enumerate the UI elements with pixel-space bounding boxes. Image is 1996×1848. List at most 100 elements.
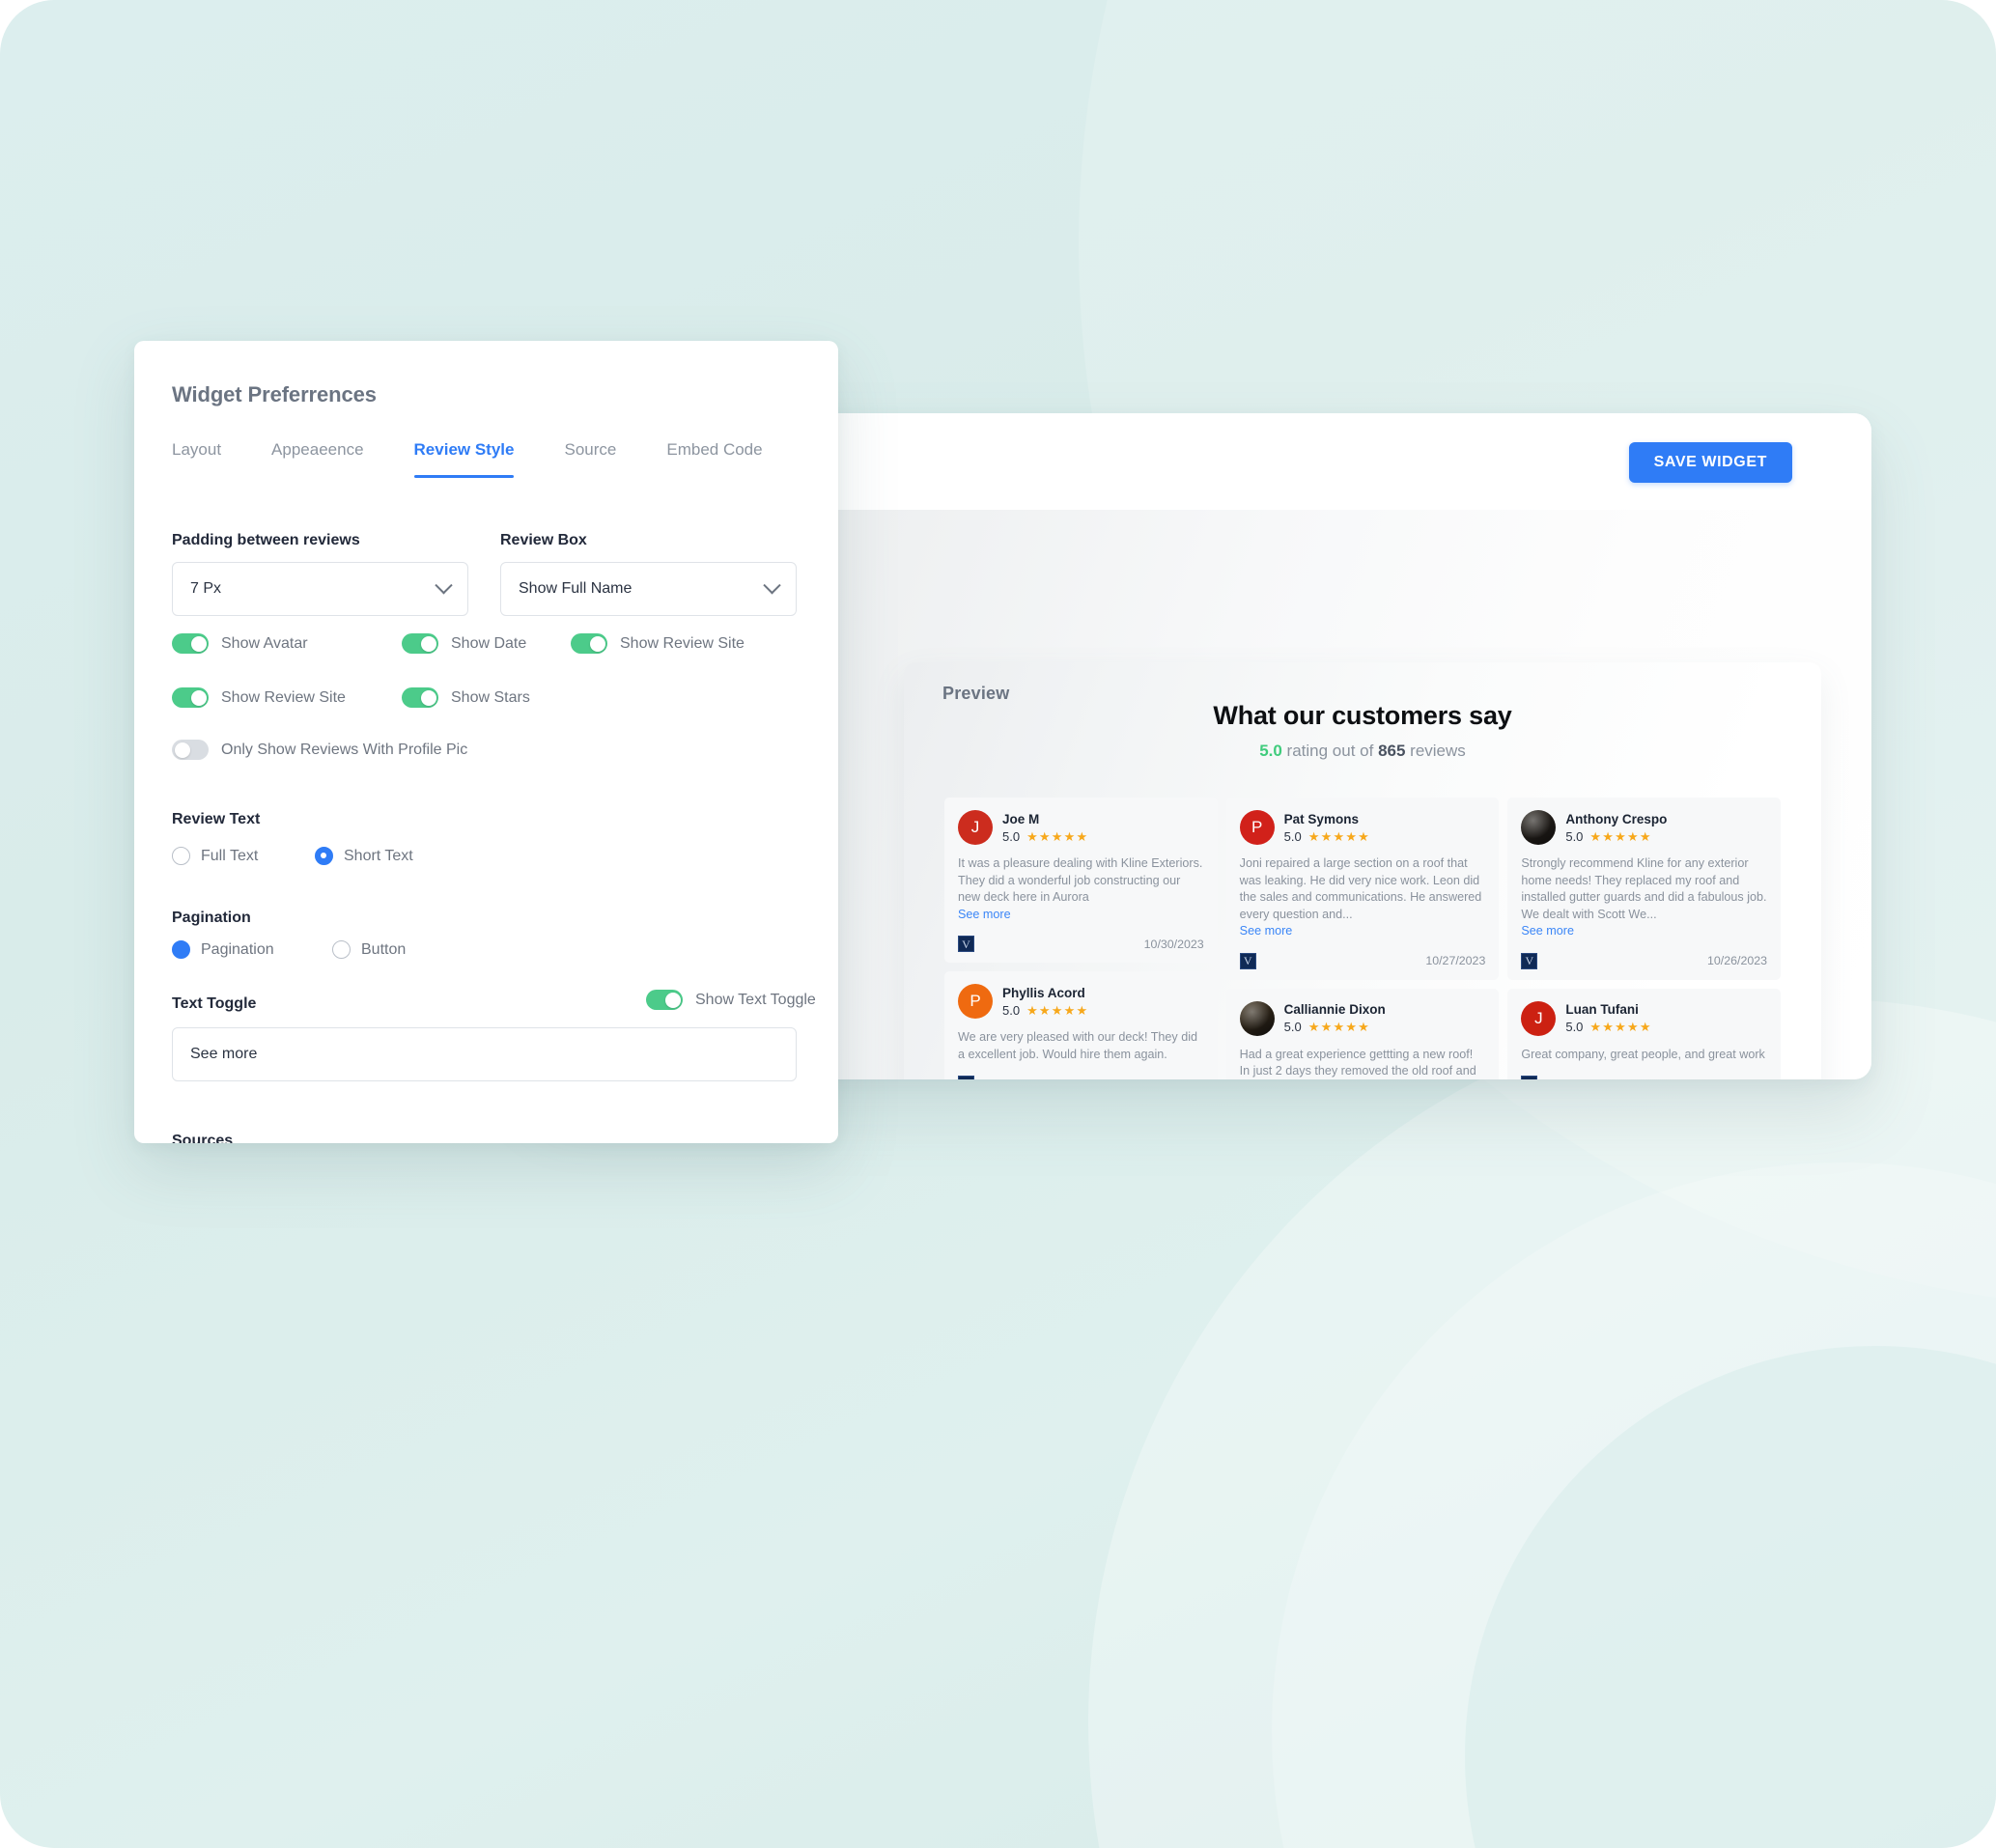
review-rating-row: 5.0 ★★★★★	[1565, 1020, 1651, 1034]
review-score: 5.0	[1002, 1002, 1021, 1018]
toggle-switch[interactable]	[172, 687, 209, 708]
review-site-logo-icon: V	[1521, 952, 1538, 969]
review-site-logo-icon: V	[958, 1076, 974, 1079]
review-column-2: P Pat Symons 5.0 ★★★★★ Joni repaired a large…	[1225, 798, 1500, 1079]
star-rating-icon: ★★★★★	[1307, 1020, 1371, 1034]
review-header: Calliannie Dixon 5.0 ★★★★★	[1239, 1000, 1486, 1036]
toggle-label: Show Date	[451, 634, 527, 652]
review-date: 10/27/2023	[1425, 954, 1486, 967]
review-footer: V 09/20/2023	[1521, 1076, 1767, 1079]
save-widget-button[interactable]: SAVE WIDGET	[1628, 442, 1792, 483]
radio-full-text[interactable]: Full Text	[172, 847, 258, 865]
avatar: J	[1521, 1000, 1557, 1036]
review-count: 865	[1378, 742, 1406, 760]
toggle-knob	[589, 635, 605, 652]
review-score: 5.0	[1565, 828, 1584, 844]
review-box-select-value: Show Full Name	[519, 580, 633, 597]
avatar: J	[958, 810, 993, 845]
toggle-switch[interactable]	[172, 740, 209, 760]
toggle-switch[interactable]	[571, 633, 607, 654]
toggle-switch[interactable]	[402, 633, 438, 654]
review-score: 5.0	[1283, 1020, 1302, 1034]
background-arc-decoration	[1088, 998, 1996, 1848]
panel-scrollbar-track[interactable]	[821, 848, 829, 1137]
review-text: It was a pleasure dealing with Kline Ext…	[958, 856, 1203, 904]
text-toggle-input[interactable]: See more	[172, 1027, 797, 1081]
toggle-show-text-toggle[interactable]: Show Text Toggle	[646, 990, 816, 1010]
review-card: Anthony Crespo 5.0 ★★★★★ Strongly recommend…	[1507, 798, 1782, 980]
review-footer: V 10/30/2023	[958, 936, 1204, 952]
review-card: P Pat Symons 5.0 ★★★★★ Joni repaired a large…	[1225, 798, 1500, 980]
review-site-logo-icon: V	[1239, 952, 1256, 969]
chevron-down-icon	[763, 575, 781, 594]
review-rating-row: 5.0 ★★★★★	[1284, 1020, 1386, 1034]
radio-indicator[interactable]	[172, 940, 190, 959]
radio-indicator[interactable]	[172, 847, 190, 865]
star-rating-icon: ★★★★★	[1307, 828, 1371, 844]
chevron-down-icon	[435, 575, 453, 594]
review-header: J Luan Tufani 5.0 ★★★★★	[1521, 1000, 1767, 1036]
star-rating-icon: ★★★★★	[1026, 1002, 1089, 1018]
review-header: Anthony Crespo 5.0 ★★★★★	[1521, 810, 1767, 845]
reviewer-name: Joe M	[1002, 811, 1040, 826]
toggle-show-review-site-top[interactable]: Show Review Site	[571, 633, 745, 654]
radio-indicator[interactable]	[315, 847, 333, 865]
review-header: J Joe M 5.0 ★★★★★	[958, 810, 1204, 845]
padding-between-reviews-label: Padding between reviews	[172, 532, 360, 548]
radio-indicator[interactable]	[332, 940, 351, 959]
toggle-switch[interactable]	[172, 633, 209, 654]
rating-suffix-text: reviews	[1405, 742, 1466, 760]
avatar-initial: J	[970, 818, 980, 836]
tab-appeaeence[interactable]: Appeaeence	[271, 440, 386, 478]
tab-layout[interactable]: Layout	[172, 440, 244, 478]
toggle-knob	[420, 689, 436, 706]
review-text: Great company, great people, and great w…	[1521, 1047, 1765, 1061]
toggle-show-stars[interactable]: Show Stars	[402, 687, 530, 708]
radio-button[interactable]: Button	[332, 940, 406, 959]
toggle-switch[interactable]	[402, 687, 438, 708]
radio-pagination[interactable]: Pagination	[172, 940, 274, 959]
see-more-link[interactable]: See more	[1240, 923, 1486, 940]
widget-header: What our customers say 5.0 rating out of…	[904, 701, 1821, 761]
see-more-link[interactable]: See more	[958, 907, 1204, 924]
toggle-label: Only Show Reviews With Profile Pic	[221, 741, 468, 758]
sources-label: Sources	[172, 1133, 234, 1143]
widget-preferences-panel: Widget Preferrences Layout Appeaeence Revi…	[134, 341, 838, 1143]
tab-embed-code[interactable]: Embed Code	[666, 440, 785, 478]
reviewer-name: Anthony Crespo	[1565, 811, 1668, 826]
review-header: P Pat Symons 5.0 ★★★★★	[1239, 810, 1486, 845]
review-score: 5.0	[1565, 1020, 1584, 1034]
star-rating-icon: ★★★★★	[1589, 828, 1652, 844]
review-score: 5.0	[1002, 828, 1021, 844]
review-header: P Phyllis Acord 5.0 ★★★★★	[958, 984, 1204, 1019]
review-meta: Phyllis Acord 5.0 ★★★★★	[1002, 986, 1088, 1018]
radio-label: Pagination	[201, 940, 274, 958]
review-score: 5.0	[1283, 828, 1302, 844]
review-rating-row: 5.0 ★★★★★	[1002, 829, 1088, 844]
review-text: Had a great experience gettting a new ro…	[1239, 1047, 1476, 1078]
tab-source[interactable]: Source	[564, 440, 639, 478]
review-columns: J Joe M 5.0 ★★★★★ It was a pleasure dealing …	[944, 798, 1782, 1079]
padding-between-reviews-select[interactable]: 7 Px	[172, 562, 468, 616]
see-more-link[interactable]: See more	[1521, 923, 1767, 940]
review-text: We are very pleased with our deck! They …	[958, 1030, 1198, 1061]
toggle-knob	[174, 742, 190, 758]
toggle-only-profile-pic[interactable]: Only Show Reviews With Profile Pic	[172, 740, 467, 760]
tab-review-style[interactable]: Review Style	[413, 440, 538, 478]
avatar-initial: J	[1534, 1008, 1543, 1027]
review-site-logo-icon: V	[958, 936, 974, 952]
review-card: P Phyllis Acord 5.0 ★★★★★ We are very please…	[944, 971, 1218, 1079]
toggle-switch[interactable]	[646, 990, 683, 1010]
background-arc-decoration	[1272, 1162, 1996, 1848]
widget-title: What our customers say	[1213, 701, 1512, 730]
preview-card: Preview What our customers say 5.0 ratin…	[904, 662, 1821, 1079]
toggle-show-avatar[interactable]: Show Avatar	[172, 633, 308, 654]
review-rating-row: 5.0 ★★★★★	[1284, 829, 1370, 844]
review-box-select[interactable]: Show Full Name	[500, 562, 797, 616]
toggle-show-review-site[interactable]: Show Review Site	[172, 687, 346, 708]
toggle-show-date[interactable]: Show Date	[402, 633, 526, 654]
toggle-label: Show Avatar	[221, 634, 308, 652]
page-canvas: SAVE WIDGET Preview What our customers s…	[0, 0, 1996, 1848]
radio-short-text[interactable]: Short Text	[315, 847, 413, 865]
review-card: Calliannie Dixon 5.0 ★★★★★ Had a great expe…	[1225, 988, 1500, 1079]
